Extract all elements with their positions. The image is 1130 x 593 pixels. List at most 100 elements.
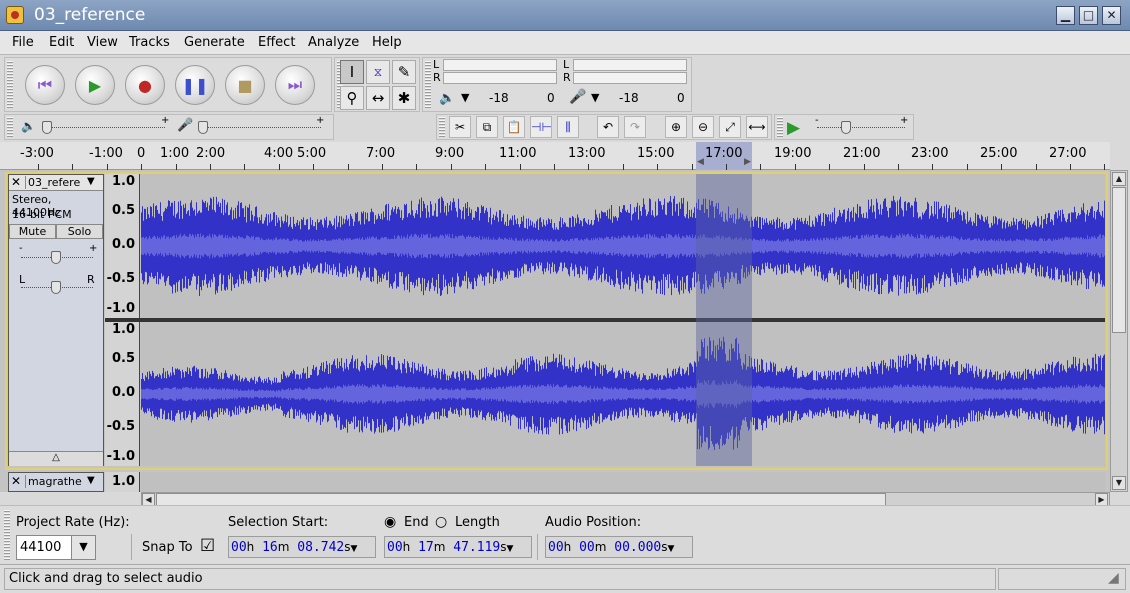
zoom-in-button[interactable]: ⊕: [665, 116, 687, 138]
play-at-speed-button[interactable]: ▶: [787, 117, 809, 139]
project-rate-dropdown-icon[interactable]: ▼: [71, 536, 95, 559]
pos-seconds[interactable]: 00.000: [614, 540, 661, 555]
toolbar-grip[interactable]: [7, 61, 13, 108]
input-volume-slider[interactable]: [198, 121, 208, 134]
audio-position-time[interactable]: 00h 00m 00.000s▼: [545, 536, 693, 558]
project-rate-value[interactable]: 44100: [20, 540, 61, 555]
track2-close-icon[interactable]: ✕: [11, 474, 21, 488]
length-radio[interactable]: ○: [435, 514, 447, 530]
record-button[interactable]: ●: [125, 65, 165, 105]
format-dropdown-icon[interactable]: ▼: [668, 544, 675, 554]
snap-to-checkbox[interactable]: ☑: [200, 536, 215, 556]
channel2-waveform[interactable]: [141, 322, 1105, 466]
solo-button[interactable]: Solo: [56, 224, 103, 239]
skip-start-button[interactable]: ⏮: [25, 65, 65, 105]
selection-end-marker[interactable]: ▶: [744, 157, 751, 167]
edit-toolbar: ✂ ⧉ 📋 ⊣⊢ ⫼ ↶ ↷ ⊕ ⊖ ⤢ ⟷: [436, 114, 772, 140]
zoom-tool-button[interactable]: ⚲: [340, 86, 364, 110]
vertical-scroll-thumb[interactable]: [1112, 187, 1126, 333]
format-dropdown-icon[interactable]: ▼: [507, 544, 514, 554]
zoom-out-button[interactable]: ⊖: [692, 116, 714, 138]
start-minutes[interactable]: 16: [262, 540, 278, 555]
close-window-button[interactable]: ✕: [1102, 6, 1121, 25]
speed-slider[interactable]: [841, 121, 851, 134]
toolbar-grip[interactable]: [7, 117, 13, 137]
menu-help[interactable]: Help: [372, 35, 402, 50]
menu-tracks[interactable]: Tracks: [129, 35, 170, 50]
end-seconds[interactable]: 47.119: [453, 540, 500, 555]
mute-button[interactable]: Mute: [9, 224, 56, 239]
multi-tool-button[interactable]: ✱: [392, 86, 416, 110]
skip-end-icon: ⏭: [287, 75, 303, 94]
cut-button[interactable]: ✂: [449, 116, 471, 138]
rec-meter-menu-dropdown[interactable]: ▼: [591, 91, 599, 104]
maximize-button[interactable]: □: [1079, 6, 1098, 25]
ruler-label: 23:00: [911, 146, 949, 161]
pos-minutes[interactable]: 00: [579, 540, 595, 555]
timeline-ruler[interactable]: -3:00 -1:00 0 1:00 2:00 4:00 5:00 7:00 9…: [0, 142, 1110, 170]
output-volume-slider[interactable]: [42, 121, 52, 134]
draw-tool-button[interactable]: ✎: [392, 60, 416, 84]
resize-grip-icon[interactable]: ◢: [1108, 570, 1119, 586]
menu-analyze[interactable]: Analyze: [308, 35, 359, 50]
play-meter-menu-dropdown[interactable]: ▼: [461, 91, 469, 104]
hours-unit: h: [402, 540, 411, 554]
status-message-box: Click and drag to select audio: [4, 568, 996, 590]
silence-button[interactable]: ⫼: [557, 116, 579, 138]
track2-waveform[interactable]: [141, 472, 1105, 492]
scroll-down-button[interactable]: ▼: [1112, 476, 1126, 490]
fit-project-button[interactable]: ⟷: [746, 116, 768, 138]
menu-effect[interactable]: Effect: [258, 35, 295, 50]
pan-slider[interactable]: [51, 281, 61, 294]
paste-button[interactable]: 📋: [503, 116, 525, 138]
selection-tool-button[interactable]: I: [340, 60, 364, 84]
timeshift-tool-button[interactable]: ↔: [366, 86, 390, 110]
stop-button[interactable]: ■: [225, 65, 265, 105]
menu-file[interactable]: File: [12, 35, 34, 50]
redo-button[interactable]: ↷: [624, 116, 646, 138]
undo-button[interactable]: ↶: [597, 116, 619, 138]
selection-end-time[interactable]: 00h 17m 47.119s▼: [384, 536, 532, 558]
ruler-label: 7:00: [366, 146, 396, 161]
menu-generate[interactable]: Generate: [184, 35, 245, 50]
start-seconds[interactable]: 08.742: [297, 540, 344, 555]
gain-slider[interactable]: [51, 251, 61, 264]
collapse-track-button[interactable]: △: [9, 451, 103, 466]
project-rate-combo[interactable]: 44100 ▼: [16, 535, 96, 560]
scroll-up-button[interactable]: ▲: [1112, 172, 1126, 186]
trim-button[interactable]: ⊣⊢: [530, 116, 552, 138]
pos-hours[interactable]: 00: [548, 540, 564, 555]
end-minutes[interactable]: 17: [418, 540, 434, 555]
track-name[interactable]: 03_refere: [25, 176, 80, 189]
selection-start-marker[interactable]: ◀: [697, 157, 704, 167]
toolbar-grip[interactable]: [4, 510, 10, 560]
envelope-tool-button[interactable]: ⧖: [366, 60, 390, 84]
end-radio[interactable]: ◉: [384, 514, 396, 530]
rec-meter-right-label: R: [563, 71, 571, 84]
menu-edit[interactable]: Edit: [49, 35, 74, 50]
fit-selection-button[interactable]: ⤢: [719, 116, 741, 138]
ruler-label: 5:00: [297, 146, 327, 161]
toolbar-grip[interactable]: [777, 117, 783, 137]
menu-view[interactable]: View: [87, 35, 118, 50]
hours-unit: h: [246, 540, 255, 554]
channel1-waveform[interactable]: [141, 174, 1105, 318]
selection-start-time[interactable]: 00h 16m 08.742s▼: [228, 536, 376, 558]
end-hours[interactable]: 00: [387, 540, 403, 555]
minimize-button[interactable]: ▁: [1056, 6, 1075, 25]
toolbar-grip[interactable]: [439, 117, 445, 137]
pause-button[interactable]: ❚❚: [175, 65, 215, 105]
track2-name[interactable]: magrathe: [25, 475, 82, 488]
track-title-bar[interactable]: ✕ 03_refere ▼: [9, 175, 103, 191]
status-message: Click and drag to select audio: [9, 571, 203, 586]
toolbar-grip[interactable]: [425, 61, 431, 108]
vertical-scrollbar[interactable]: ▲ ▼: [1110, 170, 1128, 492]
skip-end-button[interactable]: ⏭: [275, 65, 315, 105]
track2-menu-dropdown-icon[interactable]: ▼: [87, 475, 95, 486]
track-close-icon[interactable]: ✕: [11, 175, 21, 189]
track-menu-dropdown-icon[interactable]: ▼: [87, 176, 95, 187]
copy-button[interactable]: ⧉: [476, 116, 498, 138]
play-button[interactable]: ▶: [75, 65, 115, 105]
format-dropdown-icon[interactable]: ▼: [351, 544, 358, 554]
start-hours[interactable]: 00: [231, 540, 247, 555]
